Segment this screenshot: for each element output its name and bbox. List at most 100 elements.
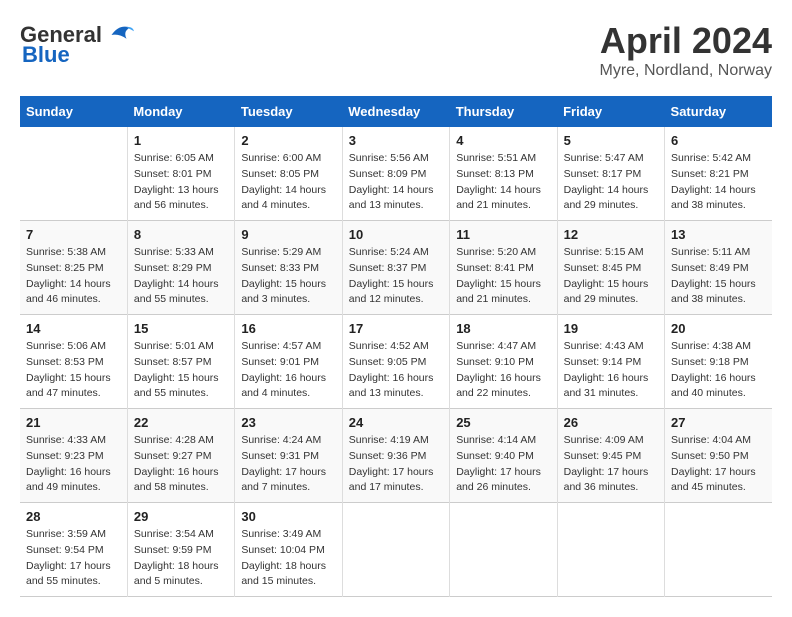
day-info: Sunrise: 4:43 AM Sunset: 9:14 PM Dayligh… xyxy=(564,339,658,402)
logo: General Blue xyxy=(20,20,134,68)
day-number: 30 xyxy=(241,509,335,524)
calendar-cell: 29Sunrise: 3:54 AM Sunset: 9:59 PM Dayli… xyxy=(127,503,234,597)
day-number: 7 xyxy=(26,227,121,242)
weekday-header: Saturday xyxy=(665,96,772,127)
calendar-cell: 13 Sunrise: 5:11 AM Sunset: 8:49 PM Dayli… xyxy=(665,221,772,315)
weekday-header: Wednesday xyxy=(342,96,449,127)
day-number: 8 xyxy=(134,227,228,242)
calendar-cell: 15Sunrise: 5:01 AM Sunset: 8:57 PM Dayli… xyxy=(127,315,234,409)
day-info: Sunrise: 4:57 AM Sunset: 9:01 PM Dayligh… xyxy=(241,339,335,402)
calendar-cell: 22Sunrise: 4:28 AM Sunset: 9:27 PM Dayli… xyxy=(127,409,234,503)
day-number: 6 xyxy=(671,133,766,148)
calendar-cell: 26 Sunrise: 4:09 AM Sunset: 9:45 PM Dayli… xyxy=(557,409,664,503)
day-number: 16 xyxy=(241,321,335,336)
calendar-cell xyxy=(20,127,127,221)
calendar-cell: 10 Sunrise: 5:24 AM Sunset: 8:37 PM Dayli… xyxy=(342,221,449,315)
day-info: Sunrise: 3:54 AM Sunset: 9:59 PM Dayligh… xyxy=(134,527,228,590)
day-info: Sunrise: 4:24 AM Sunset: 9:31 PM Dayligh… xyxy=(241,433,335,496)
day-number: 19 xyxy=(564,321,658,336)
day-info: Sunrise: 4:38 AM Sunset: 9:18 PM Dayligh… xyxy=(671,339,766,402)
day-info: Sunrise: 4:28 AM Sunset: 9:27 PM Dayligh… xyxy=(134,433,228,496)
calendar-cell: 27 Sunrise: 4:04 AM Sunset: 9:50 PM Dayli… xyxy=(665,409,772,503)
calendar-cell: 20 Sunrise: 4:38 AM Sunset: 9:18 PM Dayli… xyxy=(665,315,772,409)
weekday-header: Thursday xyxy=(450,96,557,127)
calendar-cell xyxy=(450,503,557,597)
header: General Blue April 2024 Myre, Nordland, … xyxy=(20,20,772,80)
day-number: 23 xyxy=(241,415,335,430)
day-info: Sunrise: 5:29 AM Sunset: 8:33 PM Dayligh… xyxy=(241,245,335,308)
day-info: Sunrise: 5:24 AM Sunset: 8:37 PM Dayligh… xyxy=(349,245,443,308)
day-number: 5 xyxy=(564,133,658,148)
month-title: April 2024 xyxy=(600,20,773,62)
calendar-cell: 9Sunrise: 5:29 AM Sunset: 8:33 PM Daylig… xyxy=(235,221,342,315)
day-number: 21 xyxy=(26,415,121,430)
calendar-cell xyxy=(342,503,449,597)
day-number: 10 xyxy=(349,227,443,242)
day-info: Sunrise: 5:06 AM Sunset: 8:53 PM Dayligh… xyxy=(26,339,121,402)
calendar-cell: 7 Sunrise: 5:38 AM Sunset: 8:25 PM Daylig… xyxy=(20,221,127,315)
day-info: Sunrise: 5:56 AM Sunset: 8:09 PM Dayligh… xyxy=(349,151,443,214)
weekday-header: Sunday xyxy=(20,96,127,127)
calendar-cell: 30 Sunrise: 3:49 AM Sunset: 10:04 PM Dayl… xyxy=(235,503,342,597)
calendar-cell: 16 Sunrise: 4:57 AM Sunset: 9:01 PM Dayli… xyxy=(235,315,342,409)
calendar-cell: 17 Sunrise: 4:52 AM Sunset: 9:05 PM Dayli… xyxy=(342,315,449,409)
calendar-cell xyxy=(557,503,664,597)
location-title: Myre, Nordland, Norway xyxy=(600,62,773,80)
day-number: 3 xyxy=(349,133,443,148)
weekday-header: Friday xyxy=(557,96,664,127)
day-number: 2 xyxy=(241,133,335,148)
day-info: Sunrise: 4:33 AM Sunset: 9:23 PM Dayligh… xyxy=(26,433,121,496)
calendar-cell: 1Sunrise: 6:05 AM Sunset: 8:01 PM Daylig… xyxy=(127,127,234,221)
calendar-cell: 19 Sunrise: 4:43 AM Sunset: 9:14 PM Dayli… xyxy=(557,315,664,409)
day-info: Sunrise: 5:38 AM Sunset: 8:25 PM Dayligh… xyxy=(26,245,121,308)
day-info: Sunrise: 5:11 AM Sunset: 8:49 PM Dayligh… xyxy=(671,245,766,308)
day-info: Sunrise: 4:52 AM Sunset: 9:05 PM Dayligh… xyxy=(349,339,443,402)
day-number: 1 xyxy=(134,133,228,148)
day-number: 17 xyxy=(349,321,443,336)
calendar-cell: 4 Sunrise: 5:51 AM Sunset: 8:13 PM Daylig… xyxy=(450,127,557,221)
day-info: Sunrise: 4:04 AM Sunset: 9:50 PM Dayligh… xyxy=(671,433,766,496)
calendar-cell: 5 Sunrise: 5:47 AM Sunset: 8:17 PM Daylig… xyxy=(557,127,664,221)
calendar-cell: 14 Sunrise: 5:06 AM Sunset: 8:53 PM Dayli… xyxy=(20,315,127,409)
day-info: Sunrise: 4:19 AM Sunset: 9:36 PM Dayligh… xyxy=(349,433,443,496)
day-number: 28 xyxy=(26,509,121,524)
day-info: Sunrise: 4:14 AM Sunset: 9:40 PM Dayligh… xyxy=(456,433,550,496)
day-info: Sunrise: 5:20 AM Sunset: 8:41 PM Dayligh… xyxy=(456,245,550,308)
day-number: 20 xyxy=(671,321,766,336)
calendar-cell: 8Sunrise: 5:33 AM Sunset: 8:29 PM Daylig… xyxy=(127,221,234,315)
day-number: 15 xyxy=(134,321,228,336)
day-number: 27 xyxy=(671,415,766,430)
day-number: 26 xyxy=(564,415,658,430)
calendar-cell: 2 Sunrise: 6:00 AM Sunset: 8:05 PM Daylig… xyxy=(235,127,342,221)
weekday-header: Tuesday xyxy=(235,96,342,127)
calendar-week-row: 1Sunrise: 6:05 AM Sunset: 8:01 PM Daylig… xyxy=(20,127,772,221)
day-info: Sunrise: 4:47 AM Sunset: 9:10 PM Dayligh… xyxy=(456,339,550,402)
calendar-table: SundayMondayTuesdayWednesdayThursdayFrid… xyxy=(20,96,772,597)
day-info: Sunrise: 5:51 AM Sunset: 8:13 PM Dayligh… xyxy=(456,151,550,214)
calendar-cell xyxy=(665,503,772,597)
day-info: Sunrise: 4:09 AM Sunset: 9:45 PM Dayligh… xyxy=(564,433,658,496)
calendar-week-row: 21 Sunrise: 4:33 AM Sunset: 9:23 PM Dayli… xyxy=(20,409,772,503)
day-info: Sunrise: 5:42 AM Sunset: 8:21 PM Dayligh… xyxy=(671,151,766,214)
day-number: 4 xyxy=(456,133,550,148)
logo-blue-text: Blue xyxy=(22,42,70,68)
day-info: Sunrise: 5:47 AM Sunset: 8:17 PM Dayligh… xyxy=(564,151,658,214)
calendar-cell: 11 Sunrise: 5:20 AM Sunset: 8:41 PM Dayli… xyxy=(450,221,557,315)
logo-bird-icon xyxy=(104,20,134,50)
header-row: SundayMondayTuesdayWednesdayThursdayFrid… xyxy=(20,96,772,127)
calendar-cell: 23 Sunrise: 4:24 AM Sunset: 9:31 PM Dayli… xyxy=(235,409,342,503)
calendar-cell: 25Sunrise: 4:14 AM Sunset: 9:40 PM Dayli… xyxy=(450,409,557,503)
day-number: 14 xyxy=(26,321,121,336)
calendar-cell: 6 Sunrise: 5:42 AM Sunset: 8:21 PM Daylig… xyxy=(665,127,772,221)
day-info: Sunrise: 5:15 AM Sunset: 8:45 PM Dayligh… xyxy=(564,245,658,308)
day-number: 18 xyxy=(456,321,550,336)
day-number: 24 xyxy=(349,415,443,430)
day-info: Sunrise: 3:49 AM Sunset: 10:04 PM Daylig… xyxy=(241,527,335,590)
calendar-week-row: 28Sunrise: 3:59 AM Sunset: 9:54 PM Dayli… xyxy=(20,503,772,597)
day-number: 12 xyxy=(564,227,658,242)
day-info: Sunrise: 6:00 AM Sunset: 8:05 PM Dayligh… xyxy=(241,151,335,214)
day-number: 13 xyxy=(671,227,766,242)
weekday-header: Monday xyxy=(127,96,234,127)
day-number: 11 xyxy=(456,227,550,242)
calendar-cell: 12 Sunrise: 5:15 AM Sunset: 8:45 PM Dayli… xyxy=(557,221,664,315)
